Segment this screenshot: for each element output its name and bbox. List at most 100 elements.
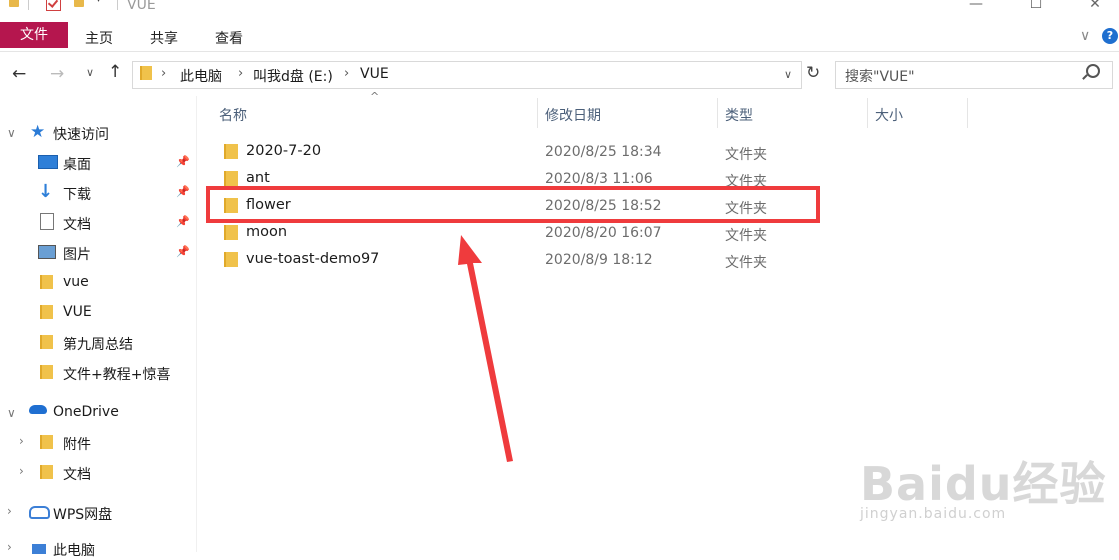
search-icon[interactable] [1082, 64, 1100, 80]
column-divider[interactable] [717, 98, 718, 128]
recent-locations-icon[interactable]: ∨ [86, 66, 94, 79]
breadcrumb-separator: › [238, 66, 244, 81]
back-button[interactable]: ← [12, 64, 26, 84]
breadcrumb-drive-e[interactable]: 叫我d盘 (E:) [253, 66, 333, 86]
collapse-icon[interactable]: ∨ [7, 406, 16, 420]
nav-this-pc[interactable]: 此电脑 [53, 540, 95, 560]
pin-icon[interactable]: 📌 [176, 215, 190, 228]
folder-icon [224, 171, 238, 186]
file-date: 2020/8/9 18:12 [545, 252, 653, 268]
nav-item-week9-summary[interactable]: 第九周总结 [63, 334, 133, 354]
file-name: ant [246, 170, 270, 186]
nav-item-downloads[interactable]: 下载 [63, 184, 91, 204]
column-divider[interactable] [967, 98, 968, 128]
nav-item-files-tutorial[interactable]: 文件+教程+惊喜 [63, 364, 170, 384]
folder-icon [224, 252, 238, 267]
customize-quick-access-icon[interactable]: ▾ [96, 0, 101, 5]
highlight-annotation-box [206, 186, 820, 223]
column-header-date[interactable]: 修改日期 [545, 105, 601, 125]
folder-icon [40, 365, 53, 379]
nav-item-documents[interactable]: 文档 [63, 214, 91, 234]
tab-file[interactable]: 文件 [0, 22, 68, 48]
breadcrumb-vue[interactable]: VUE [360, 66, 389, 82]
expand-icon[interactable]: › [19, 464, 24, 478]
file-row[interactable]: 2020-7-20 2020/8/25 18:34 文件夹 [200, 140, 980, 166]
divider [801, 61, 802, 89]
pin-icon[interactable]: 📌 [176, 245, 190, 258]
file-date: 2020/8/3 11:06 [545, 171, 653, 187]
nav-quick-access[interactable]: 快速访问 [53, 124, 109, 144]
file-date: 2020/8/20 16:07 [545, 225, 662, 241]
nav-item-pictures[interactable]: 图片 [63, 244, 91, 264]
file-name: moon [246, 224, 288, 240]
new-folder-icon[interactable] [74, 0, 84, 7]
folder-icon [40, 335, 53, 349]
column-divider[interactable] [867, 98, 868, 128]
folder-icon [40, 275, 53, 289]
expand-icon[interactable]: › [19, 434, 24, 448]
help-button[interactable]: ? [1102, 28, 1118, 44]
nav-item-desktop[interactable]: 桌面 [63, 154, 91, 174]
watermark-url: jingyan.baidu.com [860, 506, 1007, 522]
collapse-icon[interactable]: ∨ [7, 126, 16, 140]
column-header-size[interactable]: 大小 [875, 105, 903, 125]
pin-icon[interactable]: 📌 [176, 155, 190, 168]
up-button[interactable]: ↑ [108, 62, 122, 82]
folder-icon [224, 144, 238, 159]
close-button[interactable]: ✕ [1075, 0, 1115, 16]
watermark-logo: Baidu经验 [860, 448, 1107, 514]
arrow-annotation [458, 235, 513, 462]
maximize-button[interactable]: ☐ [1016, 0, 1056, 16]
navigation-pane [0, 96, 197, 552]
file-type: 文件夹 [725, 228, 767, 244]
address-dropdown-icon[interactable]: ∨ [784, 68, 792, 81]
folder-icon [40, 435, 53, 449]
cloud-icon [29, 405, 47, 414]
folder-icon [40, 305, 53, 319]
column-header-name[interactable]: 名称 [219, 105, 247, 125]
nav-item-vue-lower[interactable]: vue [63, 274, 89, 290]
divider [117, 0, 118, 10]
properties-icon[interactable] [46, 0, 61, 11]
sort-ascending-icon: ^ [370, 90, 380, 103]
desktop-icon [38, 155, 58, 169]
window-title: VUE [127, 0, 156, 13]
document-icon [40, 213, 54, 230]
file-row[interactable]: moon 2020/8/20 16:07 文件夹 [200, 221, 980, 247]
nav-item-onedrive-documents[interactable]: 文档 [63, 464, 91, 484]
file-name: 2020-7-20 [246, 143, 322, 159]
column-header-type[interactable]: 类型 [725, 105, 753, 125]
expand-icon[interactable]: › [7, 504, 12, 518]
nav-wps-drive[interactable]: WPS网盘 [53, 504, 112, 524]
forward-button[interactable]: → [50, 64, 64, 84]
nav-onedrive[interactable]: OneDrive [53, 404, 119, 420]
file-date: 2020/8/25 18:34 [545, 144, 662, 160]
file-name: vue-toast-demo97 [246, 251, 380, 267]
breadcrumb-separator: › [344, 66, 350, 81]
folder-icon [224, 225, 238, 240]
title-bar: ▾ VUE — ☐ ✕ [0, 0, 1119, 20]
search-placeholder: 搜索"VUE" [845, 69, 915, 85]
folder-icon [140, 66, 152, 80]
tab-home[interactable]: 主页 [85, 28, 113, 48]
tab-view[interactable]: 查看 [215, 28, 243, 48]
minimize-button[interactable]: — [956, 0, 996, 16]
star-icon: ★ [30, 122, 46, 142]
download-icon: ↓ [38, 181, 54, 202]
file-type: 文件夹 [725, 255, 767, 271]
nav-item-vue-upper[interactable]: VUE [63, 304, 92, 320]
nav-item-attachments[interactable]: 附件 [63, 434, 91, 454]
refresh-icon[interactable]: ↻ [806, 63, 820, 83]
divider [28, 0, 29, 10]
column-divider[interactable] [537, 98, 538, 128]
tab-share[interactable]: 共享 [150, 28, 178, 48]
pin-icon[interactable]: 📌 [176, 185, 190, 198]
folder-icon [40, 465, 53, 479]
breadcrumb-this-pc[interactable]: 此电脑 [180, 66, 222, 86]
file-row[interactable]: vue-toast-demo97 2020/8/9 18:12 文件夹 [200, 248, 980, 274]
address-bar[interactable] [132, 61, 802, 89]
pictures-icon [38, 245, 56, 259]
chevron-down-icon[interactable]: ∨ [1080, 28, 1090, 44]
computer-icon [32, 544, 46, 554]
file-type: 文件夹 [725, 147, 767, 163]
